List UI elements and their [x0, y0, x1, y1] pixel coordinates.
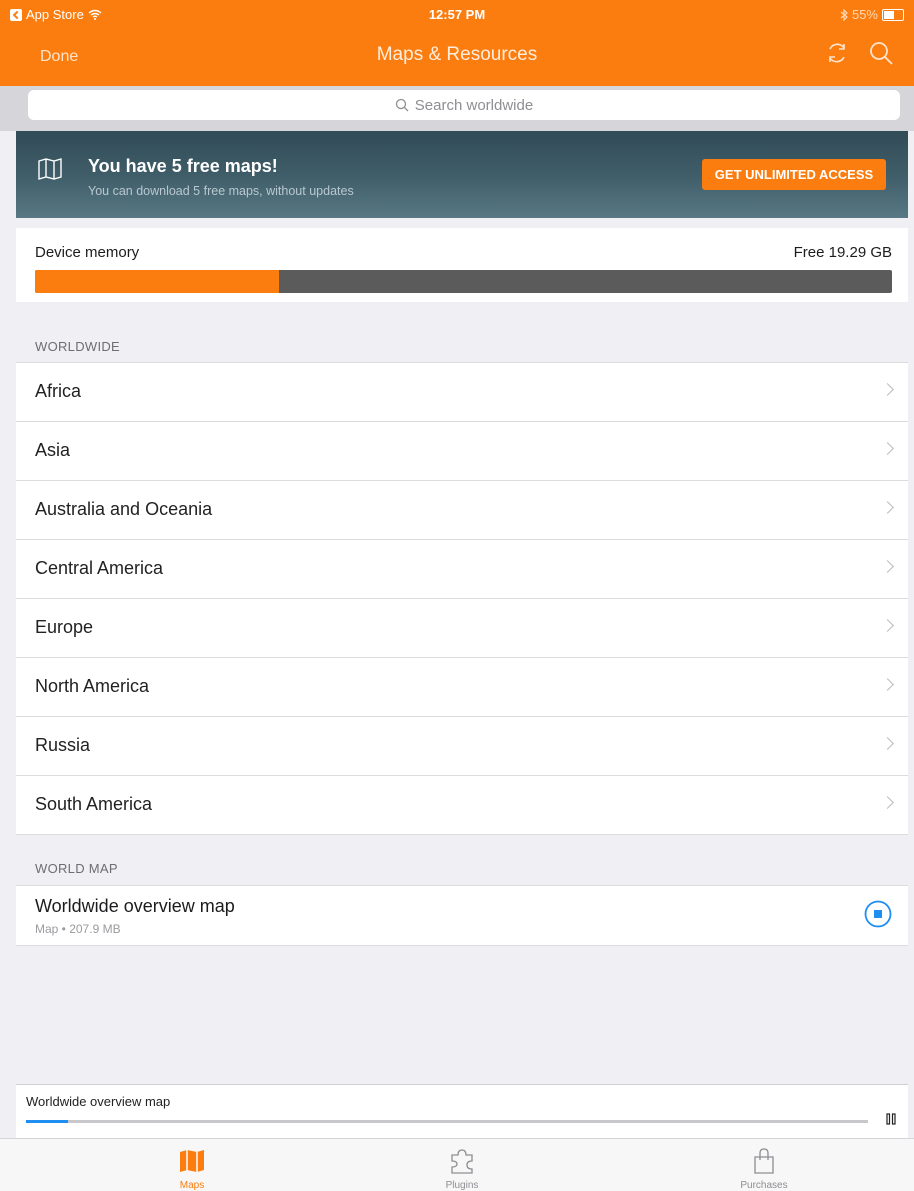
chevron-right-icon	[881, 560, 894, 573]
nav-bar: Done Maps & Resources	[0, 30, 914, 86]
memory-free: Free 19.29 GB	[793, 244, 892, 261]
bluetooth-icon	[840, 8, 848, 21]
memory-used-fill	[35, 270, 280, 293]
tab-purchases[interactable]: Purchases	[664, 1139, 864, 1191]
chevron-right-icon	[881, 796, 894, 809]
chevron-right-icon	[881, 501, 894, 514]
search-icon[interactable]	[868, 40, 894, 66]
list-item-label: South America	[35, 794, 153, 814]
top-bar: App Store 12:57 PM 55% Done Maps & Resou…	[0, 0, 914, 86]
banner-subtitle: You can download 5 free maps, without up…	[88, 184, 354, 198]
banner-title: You have 5 free maps!	[88, 156, 278, 176]
memory-bar	[35, 270, 892, 293]
status-time: 12:57 PM	[428, 7, 486, 22]
list-item[interactable]: Australia and Oceania	[16, 481, 908, 540]
tab-plugins[interactable]: Plugins	[362, 1139, 562, 1191]
shopping-bag-icon	[754, 1148, 774, 1174]
device-memory-panel: Device memory Free 19.29 GB	[16, 228, 908, 302]
world-map-header-label: WORLD MAP	[35, 861, 118, 876]
list-item-label: Asia	[35, 440, 71, 460]
download-name: Worldwide overview map	[26, 1094, 171, 1109]
battery-icon	[882, 8, 904, 21]
list-item[interactable]: Russia	[16, 717, 908, 776]
puzzle-icon	[451, 1149, 473, 1174]
list-item[interactable]: Central America	[16, 540, 908, 599]
list-item-label: Australia and Oceania	[35, 499, 213, 519]
status-bar: App Store 12:57 PM 55%	[0, 0, 914, 30]
refresh-icon[interactable]	[824, 40, 850, 66]
chevron-right-icon	[881, 737, 894, 750]
status-right: 55%	[840, 7, 904, 22]
list-item[interactable]: Europe	[16, 599, 908, 658]
tab-purchases-label: Purchases	[740, 1180, 788, 1191]
get-unlimited-access-button[interactable]: GET UNLIMITED ACCESS	[702, 159, 886, 190]
list-item-label: North America	[35, 676, 150, 696]
list-item-label: Russia	[35, 735, 91, 755]
tab-maps-label: Maps	[179, 1180, 205, 1191]
list-item[interactable]: North America	[16, 658, 908, 717]
list-item-label: Central America	[35, 558, 164, 578]
worldwide-list: Africa Asia Australia and Oceania Centra…	[16, 362, 908, 835]
worldwide-header-label: WORLDWIDE	[35, 339, 121, 354]
list-item[interactable]: Africa	[16, 363, 908, 422]
list-item-label: Africa	[35, 381, 82, 401]
world-map-item-meta: Map • 207.9 MB	[35, 922, 121, 936]
list-item[interactable]: Asia	[16, 422, 908, 481]
map-icon	[38, 158, 62, 180]
world-map-item[interactable]: Worldwide overview map Map • 207.9 MB	[16, 885, 908, 946]
search-placeholder: Search worldwide	[414, 96, 534, 114]
tab-maps[interactable]: Maps	[92, 1139, 292, 1191]
list-item[interactable]: South America	[16, 776, 908, 835]
stop-download-icon[interactable]	[864, 900, 892, 928]
world-map-item-name: Worldwide overview map	[35, 896, 235, 916]
tab-bar: Maps Plugins Purchases	[0, 1138, 914, 1191]
search-bar: Search worldwide	[0, 86, 914, 131]
map-icon	[180, 1150, 204, 1172]
list-item-label: Europe	[35, 617, 94, 637]
memory-label: Device memory	[35, 244, 140, 261]
download-progress-bar: Worldwide overview map	[16, 1084, 908, 1139]
download-track	[26, 1120, 868, 1123]
search-input[interactable]: Search worldwide	[28, 90, 900, 120]
page-title: Maps & Resources	[376, 44, 538, 65]
chevron-right-icon	[881, 383, 894, 396]
pause-icon[interactable]	[886, 1113, 896, 1125]
battery-percent: 55%	[851, 7, 878, 22]
tab-plugins-label: Plugins	[445, 1180, 479, 1191]
download-progress-fill	[26, 1120, 69, 1123]
magnifier-icon	[395, 98, 409, 112]
chevron-right-icon	[881, 678, 894, 691]
chevron-right-icon	[881, 442, 894, 455]
chevron-right-icon	[881, 619, 894, 632]
free-maps-banner: You have 5 free maps! You can download 5…	[16, 131, 908, 218]
